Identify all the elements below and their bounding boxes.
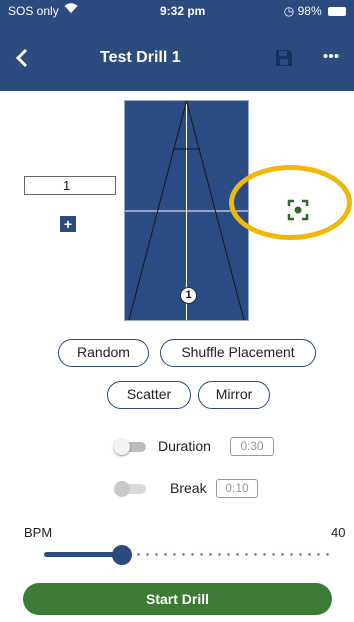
save-button[interactable] <box>272 46 296 70</box>
toggle-knob <box>114 481 130 497</box>
break-value[interactable]: 0:10 <box>216 479 258 498</box>
battery-alarm-icon: ◷ <box>283 4 295 18</box>
random-button[interactable]: Random <box>58 339 149 367</box>
start-drill-button[interactable]: Start Drill <box>23 583 332 615</box>
duration-value[interactable]: 0:30 <box>230 437 274 456</box>
battery-percent: 98% <box>297 4 322 18</box>
slider-fill <box>44 552 122 557</box>
break-row: Break 0:10 <box>114 478 294 500</box>
scatter-button[interactable]: Scatter <box>107 381 191 409</box>
shuffle-placement-button[interactable]: Shuffle Placement <box>160 339 316 367</box>
recenter-button[interactable] <box>287 199 309 221</box>
app-header: SOS only 9:32 pm ◷ 98% Test Drill 1 <box>0 0 354 91</box>
chevron-left-icon <box>15 48 28 68</box>
duration-row: Duration 0:30 <box>114 436 294 458</box>
app-bar: Test Drill 1 <box>0 38 354 78</box>
bpm-value: 40 <box>331 525 346 540</box>
more-options-button[interactable] <box>318 42 344 70</box>
center-focus-icon <box>287 199 309 221</box>
player-marker[interactable]: 1 <box>180 287 197 304</box>
battery-indicator: ◷ 98% <box>284 4 346 18</box>
carrier-label: SOS only <box>8 4 59 18</box>
bpm-label: BPM <box>24 525 53 540</box>
add-player-button[interactable]: + <box>60 216 76 232</box>
player-count-input[interactable]: 1 <box>24 176 116 195</box>
mirror-button[interactable]: Mirror <box>198 381 270 409</box>
status-bar: SOS only 9:32 pm ◷ 98% <box>0 0 354 22</box>
clock: 9:32 pm <box>160 4 206 18</box>
ellipsis-icon <box>323 54 339 58</box>
duration-label: Duration <box>158 438 211 454</box>
page-title: Test Drill 1 <box>100 49 181 66</box>
back-button[interactable] <box>8 44 36 72</box>
break-label: Break <box>170 480 207 496</box>
slider-thumb[interactable] <box>112 545 132 565</box>
toggle-knob <box>114 439 130 455</box>
bpm-slider[interactable] <box>44 543 332 567</box>
plus-icon: + <box>63 216 73 232</box>
battery-icon <box>328 7 346 16</box>
wifi-icon <box>64 2 78 17</box>
break-toggle[interactable] <box>114 481 148 497</box>
floppy-disk-icon <box>276 50 292 66</box>
duration-toggle[interactable] <box>114 439 148 455</box>
